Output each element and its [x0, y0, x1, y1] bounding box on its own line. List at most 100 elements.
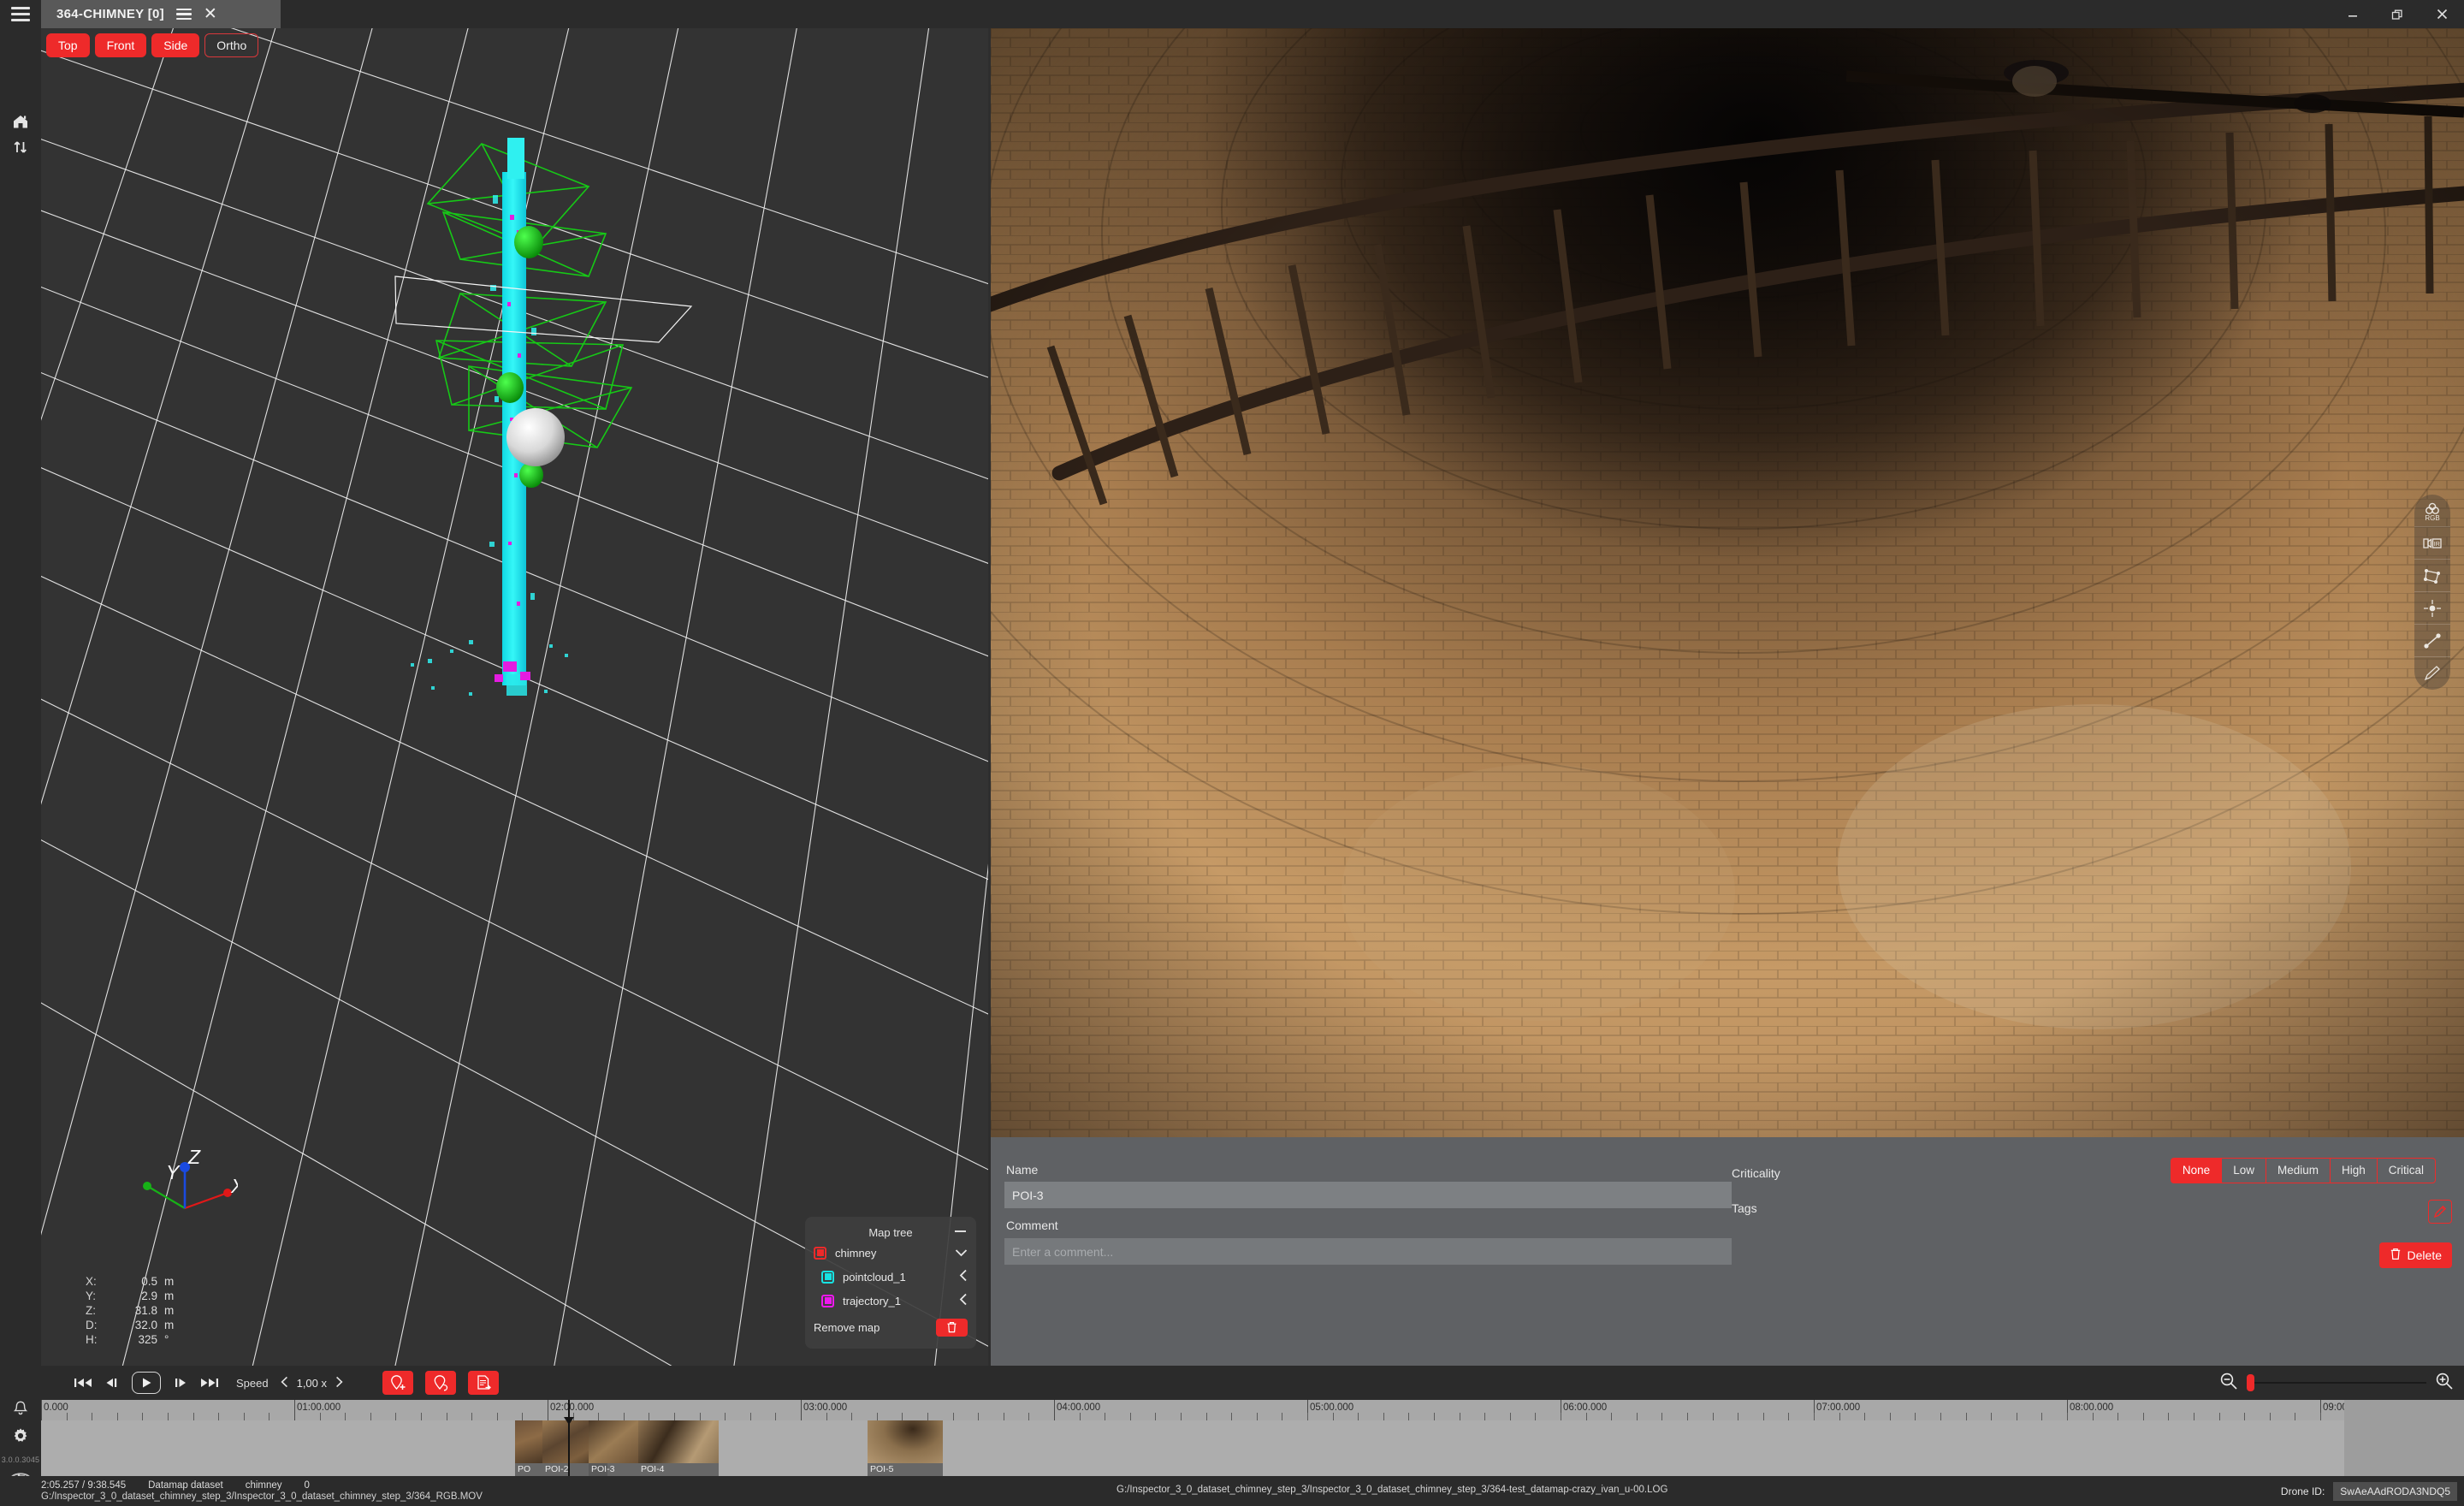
close-icon[interactable]: ✕	[204, 6, 217, 22]
export-report-icon[interactable]	[468, 1371, 500, 1395]
drone-id-group: Drone ID: SwAeAAdRODA3NDQ5	[2281, 1481, 2464, 1501]
play-icon[interactable]	[132, 1372, 161, 1394]
dataset-index: 0	[304, 1480, 310, 1491]
step-forward-icon[interactable]	[173, 1372, 188, 1394]
ruler-minor-tick	[2092, 1413, 2094, 1420]
map-tree-node-trajectory[interactable]: trajectory_1	[814, 1289, 968, 1313]
minimize-button[interactable]	[2331, 0, 2375, 28]
criticality-option-medium[interactable]: Medium	[2265, 1158, 2330, 1183]
axis-gizmo: X Y Z	[143, 1146, 238, 1210]
view-button-top[interactable]: Top	[46, 33, 90, 57]
view-button-ortho[interactable]: Ortho	[204, 33, 259, 57]
list-icon[interactable]	[175, 8, 192, 21]
map-tree-title: Map tree	[868, 1225, 913, 1239]
home-icon[interactable]	[0, 109, 41, 134]
color-swatch[interactable]	[814, 1246, 826, 1260]
reset-poi-icon[interactable]	[425, 1371, 457, 1395]
ruler-minor-tick	[2041, 1413, 2043, 1420]
criticality-label: Criticality	[1732, 1166, 1780, 1180]
skip-to-end-icon[interactable]	[200, 1372, 219, 1394]
ruler-minor-tick	[775, 1413, 777, 1420]
timeline-zoom-slider[interactable]	[2247, 1374, 2426, 1391]
ruler-minor-tick	[421, 1413, 422, 1420]
import-export-icon[interactable]	[0, 134, 41, 160]
left-sidebar: 3.0.0.3045 FLYABILITY	[0, 28, 41, 1506]
poi-thumbnail-track[interactable]: PO POI-2 POI-3 POI-4 POI-5	[41, 1420, 2464, 1476]
ruler-minor-tick	[269, 1413, 270, 1420]
poi-thumbnail[interactable]: POI-5	[868, 1420, 943, 1476]
minus-icon[interactable]	[955, 1230, 966, 1232]
color-swatch[interactable]	[821, 1270, 834, 1284]
ir-camera-icon[interactable]: IR	[2414, 527, 2450, 560]
coord-key-y: Y:	[86, 1290, 97, 1302]
map-tree-header: Map tree	[814, 1224, 968, 1241]
slider-knob[interactable]	[2247, 1374, 2254, 1391]
chevron-left-icon[interactable]	[959, 1293, 968, 1308]
ruler-minor-tick	[1915, 1413, 1916, 1420]
zoom-in-icon[interactable]	[2435, 1372, 2454, 1395]
ruler-tick-label: 04:00.000	[1057, 1402, 1101, 1413]
poi-thumbnail-image	[589, 1420, 638, 1463]
criticality-option-none[interactable]: None	[2170, 1158, 2222, 1183]
bell-icon[interactable]	[0, 1396, 41, 1421]
poi-thumbnail[interactable]: PO	[515, 1420, 542, 1476]
ruler-minor-tick	[370, 1413, 371, 1420]
3d-viewport[interactable]: Top Front Side Ortho X Y Z X: 0.5 m Y: 2.9 m…	[41, 28, 988, 1366]
ruler-minor-tick	[851, 1413, 853, 1420]
timeline-ruler[interactable]: 0.000 01:00.000 02:00.000 03:00.000 04:0…	[41, 1400, 2464, 1420]
ruler-minor-tick	[142, 1413, 144, 1420]
inspection-photo-panel[interactable]: RGB IR	[991, 28, 2464, 1137]
chevron-right-icon[interactable]	[335, 1376, 343, 1390]
rgb-icon[interactable]: RGB	[2414, 495, 2450, 527]
criticality-option-low[interactable]: Low	[2221, 1158, 2266, 1183]
zoom-out-icon[interactable]	[2219, 1372, 2238, 1395]
criticality-option-high[interactable]: High	[2329, 1158, 2377, 1183]
gear-icon[interactable]	[0, 1421, 41, 1450]
chevron-left-icon[interactable]	[281, 1376, 288, 1390]
measure-line-icon[interactable]	[2414, 625, 2450, 657]
view-button-side[interactable]: Side	[151, 33, 200, 57]
ruler-minor-tick	[496, 1413, 498, 1420]
name-input[interactable]	[1004, 1182, 1732, 1208]
ruler-tick-label: 0.000	[44, 1402, 68, 1413]
map-tree-node-chimney[interactable]: chimney	[814, 1241, 968, 1265]
ruler-minor-tick	[395, 1413, 397, 1420]
map-tree-node-pointcloud[interactable]: pointcloud_1	[814, 1265, 968, 1289]
map-tree-node-label: chimney	[835, 1246, 877, 1260]
close-window-button[interactable]	[2420, 0, 2464, 28]
polygon-area-icon[interactable]	[2414, 560, 2450, 592]
step-backward-icon[interactable]	[104, 1372, 120, 1394]
ruler-minor-tick	[1408, 1413, 1410, 1420]
ruler-minor-tick	[674, 1413, 675, 1420]
delete-button[interactable]: Delete	[2378, 1242, 2452, 1268]
coord-value-x: 0.5	[141, 1275, 157, 1288]
comment-input[interactable]	[1004, 1238, 1732, 1265]
chevron-down-icon[interactable]	[955, 1247, 968, 1260]
document-tab[interactable]: 364-CHIMNEY [0] ✕	[41, 0, 281, 28]
ruler-minor-tick	[623, 1413, 625, 1420]
point-marker-icon[interactable]	[2414, 592, 2450, 625]
hamburger-menu-icon[interactable]	[0, 0, 41, 28]
timeline-end-pad	[2344, 1400, 2464, 1476]
poi-thumbnail-image	[638, 1420, 719, 1463]
color-swatch[interactable]	[821, 1294, 834, 1307]
pencil-icon[interactable]	[2428, 1200, 2452, 1224]
chevron-left-icon[interactable]	[959, 1269, 968, 1284]
view-button-front[interactable]: Front	[94, 33, 147, 57]
restore-button[interactable]	[2375, 0, 2420, 28]
add-poi-icon[interactable]	[382, 1371, 414, 1395]
skip-to-start-icon[interactable]	[74, 1372, 92, 1394]
status-bar: 2:05.257 / 9:38.545 Datamap dataset chim…	[0, 1476, 2464, 1506]
ruler-minor-tick	[1028, 1413, 1030, 1420]
trash-icon[interactable]	[936, 1318, 968, 1337]
criticality-option-critical[interactable]: Critical	[2376, 1158, 2436, 1183]
ruler-minor-tick	[1129, 1413, 1131, 1420]
photo-tool-palette: RGB IR	[2414, 495, 2450, 690]
timeline-playhead[interactable]	[564, 1400, 574, 1476]
ruler-minor-tick	[1661, 1413, 1663, 1420]
ruler-minor-tick	[1712, 1413, 1714, 1420]
chimney-interior-photo	[991, 28, 2464, 1137]
poi-thumbnail[interactable]: POI-4	[638, 1420, 719, 1476]
ruler-minor-tick	[1383, 1413, 1384, 1420]
poi-thumbnail[interactable]: POI-3	[589, 1420, 638, 1476]
